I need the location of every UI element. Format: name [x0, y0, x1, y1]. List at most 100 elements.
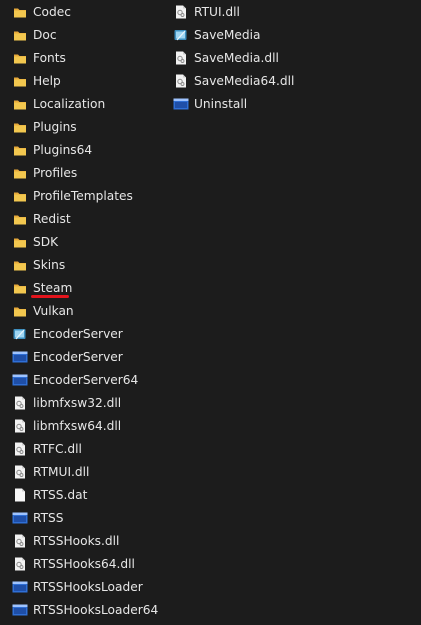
- file-item-label: Plugins: [33, 119, 77, 134]
- folder-icon: [12, 27, 28, 43]
- file-item-uninstall[interactable]: Uninstall: [173, 92, 343, 115]
- folder-icon: [12, 96, 28, 112]
- dll-file-icon: [12, 418, 28, 434]
- file-item-label: Skins: [33, 257, 66, 272]
- exe-window-icon: [12, 602, 28, 618]
- file-item-savemedia64-dll[interactable]: SaveMedia64.dll: [173, 69, 343, 92]
- folder-icon: [12, 303, 28, 319]
- file-item-libmfxsw64-dll[interactable]: libmfxsw64.dll: [12, 414, 170, 437]
- file-item-label: SaveMedia.dll: [194, 50, 279, 65]
- file-item-skins[interactable]: Skins: [12, 253, 170, 276]
- file-item-label: RTSS: [33, 510, 64, 525]
- file-item-steam[interactable]: Steam: [12, 276, 170, 299]
- app-icon: [173, 27, 189, 43]
- folder-icon: [12, 257, 28, 273]
- file-item-label: EncoderServer: [33, 326, 123, 341]
- file-item-codec[interactable]: Codec: [12, 0, 170, 23]
- file-column-1: Codec Doc Fonts Help Localization Plugins Plug…: [12, 0, 170, 621]
- folder-icon: [12, 188, 28, 204]
- file-item-label: Localization: [33, 96, 106, 111]
- file-item-label: Fonts: [33, 50, 66, 65]
- file-item-label: Help: [33, 73, 61, 88]
- file-item-rtsshooks64-dll[interactable]: RTSSHooks64.dll: [12, 552, 170, 575]
- red-underline-annotation: [31, 295, 69, 298]
- file-item-help[interactable]: Help: [12, 69, 170, 92]
- folder-icon: [12, 211, 28, 227]
- file-column-2: RTUI.dll SaveMedia SaveMedia.dll SaveMedia6…: [173, 0, 343, 115]
- file-item-label: Steam: [33, 280, 73, 295]
- file-item-rtfc-dll[interactable]: RTFC.dll: [12, 437, 170, 460]
- dll-file-icon: [173, 50, 189, 66]
- file-item-label: Codec: [33, 4, 71, 19]
- file-item-label: libmfxsw64.dll: [33, 418, 122, 433]
- file-item-label: RTSSHooksLoader: [33, 579, 143, 594]
- file-item-label: Doc: [33, 27, 57, 42]
- file-item-label: SDK: [33, 234, 59, 249]
- file-item-label: Plugins64: [33, 142, 93, 157]
- file-item-rtsshooks-dll[interactable]: RTSSHooks.dll: [12, 529, 170, 552]
- file-item-label: Uninstall: [194, 96, 248, 111]
- file-item-localization[interactable]: Localization: [12, 92, 170, 115]
- file-item-savemedia[interactable]: SaveMedia: [173, 23, 343, 46]
- dll-file-icon: [12, 464, 28, 480]
- dll-file-icon: [173, 73, 189, 89]
- file-item-label: SaveMedia64.dll: [194, 73, 295, 88]
- folder-icon: [12, 4, 28, 20]
- file-item-plugins64[interactable]: Plugins64: [12, 138, 170, 161]
- folder-icon: [12, 73, 28, 89]
- file-item-label: libmfxsw32.dll: [33, 395, 122, 410]
- file-item-label: RTSSHooksLoader64: [33, 602, 159, 617]
- app-icon: [12, 326, 28, 342]
- file-item-label: Profiles: [33, 165, 78, 180]
- file-item-rtui-dll[interactable]: RTUI.dll: [173, 0, 343, 23]
- file-item-label: Redist: [33, 211, 71, 226]
- file-item-rtmui-dll[interactable]: RTMUI.dll: [12, 460, 170, 483]
- exe-window-icon: [12, 349, 28, 365]
- dll-file-icon: [12, 395, 28, 411]
- file-item-rtss-dat[interactable]: RTSS.dat: [12, 483, 170, 506]
- file-item-label: SaveMedia: [194, 27, 261, 42]
- file-item-label: ProfileTemplates: [33, 188, 133, 203]
- file-item-doc[interactable]: Doc: [12, 23, 170, 46]
- file-item-sdk[interactable]: SDK: [12, 230, 170, 253]
- dll-file-icon: [12, 556, 28, 572]
- folder-icon: [12, 142, 28, 158]
- file-item-libmfxsw32-dll[interactable]: libmfxsw32.dll: [12, 391, 170, 414]
- file-item-encoderserver[interactable]: EncoderServer: [12, 322, 170, 345]
- file-item-rtsshooksloader[interactable]: RTSSHooksLoader: [12, 575, 170, 598]
- file-item-label: RTUI.dll: [194, 4, 240, 19]
- file-item-fonts[interactable]: Fonts: [12, 46, 170, 69]
- file-item-profiletemplates[interactable]: ProfileTemplates: [12, 184, 170, 207]
- file-item-encoderserver[interactable]: EncoderServer: [12, 345, 170, 368]
- file-item-label: RTMUI.dll: [33, 464, 90, 479]
- folder-icon: [12, 165, 28, 181]
- file-item-rtss[interactable]: RTSS: [12, 506, 170, 529]
- file-item-label: EncoderServer64: [33, 372, 139, 387]
- exe-window-icon: [173, 96, 189, 112]
- file-item-plugins[interactable]: Plugins: [12, 115, 170, 138]
- dll-file-icon: [173, 4, 189, 20]
- file-item-savemedia-dll[interactable]: SaveMedia.dll: [173, 46, 343, 69]
- file-item-label: RTSSHooks64.dll: [33, 556, 135, 571]
- file-item-label: EncoderServer: [33, 349, 123, 364]
- file-item-rtsshooksloader64[interactable]: RTSSHooksLoader64: [12, 598, 170, 621]
- blank-file-icon: [12, 487, 28, 503]
- file-item-redist[interactable]: Redist: [12, 207, 170, 230]
- folder-icon: [12, 119, 28, 135]
- folder-icon: [12, 234, 28, 250]
- dll-file-icon: [12, 441, 28, 457]
- exe-window-icon: [12, 372, 28, 388]
- exe-window-icon: [12, 510, 28, 526]
- file-item-label: RTFC.dll: [33, 441, 82, 456]
- file-list-pane: Codec Doc Fonts Help Localization Plugins Plug…: [0, 0, 421, 625]
- dll-file-icon: [12, 533, 28, 549]
- file-item-profiles[interactable]: Profiles: [12, 161, 170, 184]
- exe-window-icon: [12, 579, 28, 595]
- file-item-label: RTSSHooks.dll: [33, 533, 120, 548]
- file-item-vulkan[interactable]: Vulkan: [12, 299, 170, 322]
- folder-icon: [12, 50, 28, 66]
- file-item-encoderserver64[interactable]: EncoderServer64: [12, 368, 170, 391]
- file-item-label: RTSS.dat: [33, 487, 88, 502]
- file-item-label: Vulkan: [33, 303, 74, 318]
- folder-icon: [12, 280, 28, 296]
